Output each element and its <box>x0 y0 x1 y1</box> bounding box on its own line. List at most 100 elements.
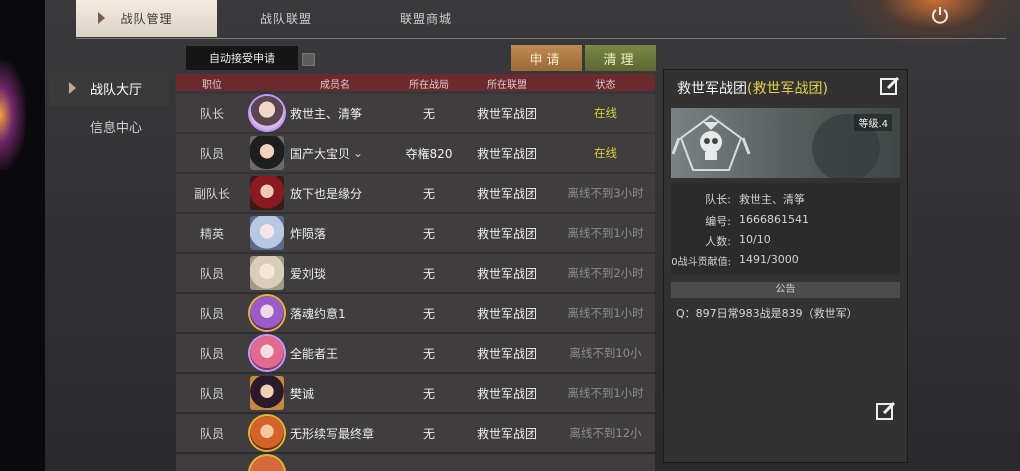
member-zone: 无 <box>422 346 435 361</box>
tab-label: 战队管理 <box>120 12 173 26</box>
chevron-down-icon: ⌄ <box>353 146 364 160</box>
member-league: 救世军战团 <box>476 386 537 401</box>
table-row[interactable]: 队员 国产大宝贝 ⌄ 夺権820 救世军战团 在线 <box>176 134 655 172</box>
info-value: 1666861541 <box>739 213 809 226</box>
tab-arrow-icon <box>98 12 105 24</box>
member-role: 队员 <box>199 266 224 281</box>
team-name: 救世军战团 <box>677 81 747 97</box>
auto-accept-label: 自动接受申请 <box>186 46 298 70</box>
tab-team-alliance[interactable]: 战队联盟 <box>221 0 351 37</box>
member-status: 离线不到12小 <box>569 426 642 440</box>
member-status: 离线不到3小时 <box>567 186 644 200</box>
member-league: 救世军战团 <box>476 226 537 241</box>
info-value: 10/10 <box>739 233 771 246</box>
table-row[interactable]: 队员 爱刘琰 无 救世军战团 离线不到2小时 <box>176 254 655 292</box>
tab-team-management[interactable]: 战队管理 <box>76 0 217 37</box>
member-zone: 无 <box>422 106 435 121</box>
member-league: 救世军战团 <box>476 426 537 441</box>
avatar <box>250 216 284 250</box>
avatar <box>250 256 284 290</box>
avatar <box>250 456 284 471</box>
top-tabs: 战队管理 战队联盟 联盟商城 <box>76 0 1006 39</box>
table-row[interactable]: 队长 救世主、清筝 无 救世军战团 在线 <box>176 94 655 132</box>
table-row[interactable]: 队员 无形续写最终章 无 救世军战团 离线不到12小 <box>176 414 655 452</box>
edit-notice-icon[interactable] <box>875 400 897 422</box>
info-label: 0战斗贡献值: <box>671 257 731 268</box>
member-status: 离线不到1小时 <box>567 306 644 320</box>
member-zone: 无 <box>422 306 435 321</box>
table-row[interactable]: 队员 落魂约意1 无 救世军战团 离线不到1小时 <box>176 294 655 332</box>
team-title: 救世军战团(救世军战团) <box>677 78 828 98</box>
member-role: 队长 <box>199 106 224 121</box>
table-row[interactable]: 队员 樊诚 无 救世军战团 离线不到1小时 <box>176 374 655 412</box>
member-zone: 无 <box>422 266 435 281</box>
table-row[interactable]: 精英 炸陨落 无 救世军战团 离线不到1小时 <box>176 214 655 252</box>
tab-alliance-shop[interactable]: 联盟商城 <box>361 0 491 37</box>
member-table-header: 职位 成员名 所在战局 所在联盟 状态 <box>176 74 655 91</box>
header-role: 职位 <box>202 80 222 91</box>
table-row[interactable] <box>176 454 655 471</box>
member-list[interactable]: 队长 救世主、清筝 无 救世军战团 在线 队员 国产大宝贝 ⌄ 夺権820 救世军… <box>176 94 655 471</box>
team-name-highlight: (救世军战团) <box>747 81 828 97</box>
member-role: 队员 <box>199 306 224 321</box>
tab-label: 战队联盟 <box>259 12 312 26</box>
member-role: 队员 <box>199 146 224 161</box>
member-zone: 无 <box>422 186 435 201</box>
left-edge <box>0 0 45 471</box>
member-name-text: 国产大宝贝 <box>290 146 351 161</box>
member-zone: 无 <box>422 386 435 401</box>
header-zone: 所在战局 <box>409 80 449 91</box>
edge-glow <box>0 60 26 170</box>
avatar <box>250 376 284 410</box>
member-role: 副队长 <box>193 186 230 201</box>
table-row[interactable]: 副队长 放下也是缘分 无 救世军战团 离线不到3小时 <box>176 174 655 212</box>
member-league: 救世军战团 <box>476 106 537 121</box>
edit-icon[interactable] <box>879 75 901 97</box>
info-label: 编号: <box>705 215 731 228</box>
avatar <box>250 96 284 130</box>
apply-button[interactable]: 申请 <box>511 45 582 71</box>
member-status: 离线不到10小 <box>569 346 642 360</box>
member-status: 在线 <box>594 106 617 120</box>
member-role: 队员 <box>199 426 224 441</box>
info-label: 队长: <box>705 193 731 206</box>
avatar <box>250 336 284 370</box>
tab-label: 联盟商城 <box>399 12 452 26</box>
member-status: 离线不到1小时 <box>567 226 644 240</box>
member-status: 离线不到1小时 <box>567 386 644 400</box>
notice-text: Q：897日常983战是839（救世军） <box>676 307 858 320</box>
info-label: 人数: <box>705 235 731 248</box>
member-status: 离线不到2小时 <box>567 266 644 280</box>
clear-button[interactable]: 清理 <box>585 45 656 71</box>
sidebar-item-label: 信息中心 <box>90 120 143 136</box>
member-status: 在线 <box>594 146 617 160</box>
member-role: 队员 <box>199 346 224 361</box>
info-value: 救世主、清筝 <box>739 193 805 206</box>
auto-accept-checkbox[interactable] <box>302 53 315 66</box>
team-level: 等级.4 <box>854 114 892 131</box>
header-league: 所在联盟 <box>487 80 527 91</box>
member-zone: 无 <box>422 226 435 241</box>
sidebar-item-label: 战队大厅 <box>90 82 143 98</box>
info-value: 1491/3000 <box>739 253 799 266</box>
member-league: 救世军战团 <box>476 186 537 201</box>
team-info: 队长: 救世主、清筝 编号: 1666861541 人数: 10/10 0战斗贡… <box>671 183 900 275</box>
member-role: 队员 <box>199 386 224 401</box>
sidebar-item-team-hall[interactable]: 战队大厅 <box>49 70 169 106</box>
avatar <box>250 416 284 450</box>
avatar <box>250 296 284 330</box>
member-league: 救世军战团 <box>476 146 537 161</box>
member-zone: 夺権820 <box>405 146 453 161</box>
member-league: 救世军战团 <box>476 266 537 281</box>
member-league: 救世军战团 <box>476 346 537 361</box>
header-name: 成员名 <box>320 80 350 91</box>
table-row[interactable]: 队员 全能者王 无 救世军战团 离线不到10小 <box>176 334 655 372</box>
member-league: 救世军战团 <box>476 306 537 321</box>
member-role: 精英 <box>199 226 224 241</box>
member-zone: 无 <box>422 426 435 441</box>
sidebar-arrow-icon <box>69 82 76 94</box>
team-info-panel: 救世军战团(救世军战团) 等级.4 队长: 救世主、清筝 编号: 1666861… <box>663 69 908 463</box>
notice-header: 公告 <box>671 282 900 298</box>
avatar <box>250 136 284 170</box>
avatar <box>250 176 284 210</box>
